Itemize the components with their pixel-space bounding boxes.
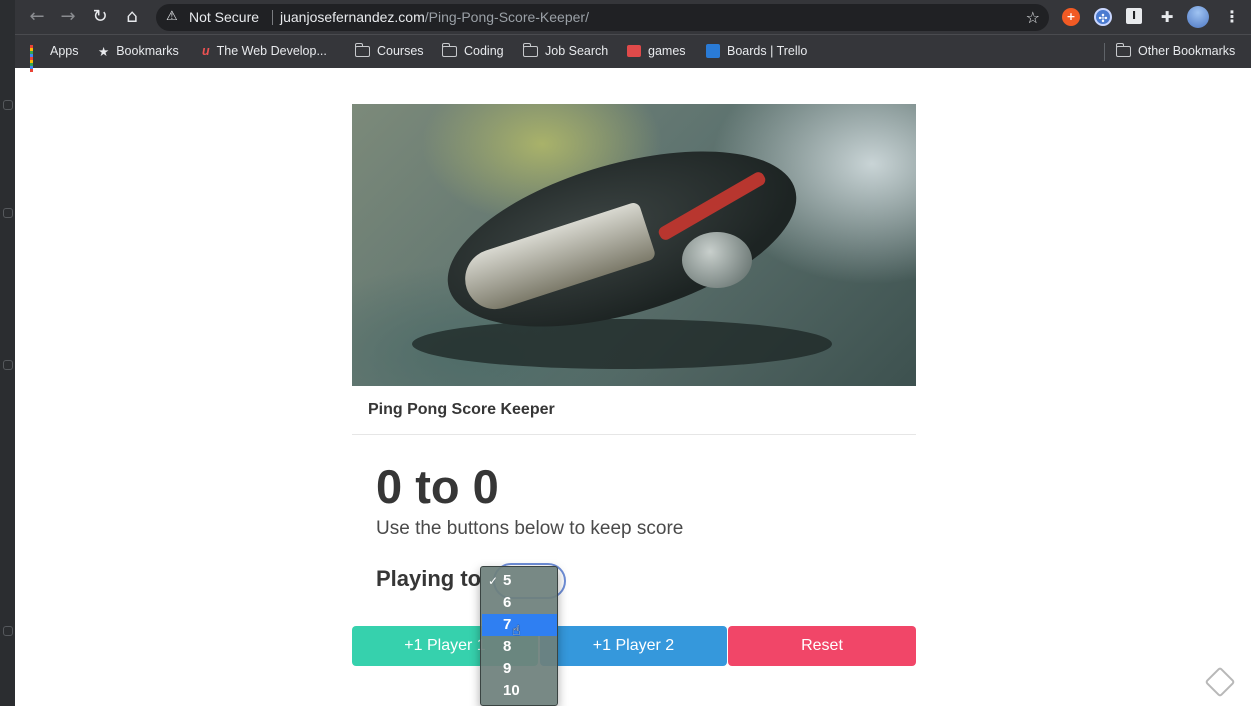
option-label: 7 — [503, 616, 512, 633]
option-label: 8 — [503, 638, 512, 655]
bookmark-other[interactable]: Other Bookmarks — [1115, 42, 1236, 60]
warning-icon: ⚠ — [166, 9, 178, 24]
option-label: 9 — [503, 660, 512, 677]
bookmark-label: Other Bookmarks — [1138, 44, 1236, 58]
option-label: 6 — [503, 594, 512, 611]
bookmark-label: Boards | Trello — [727, 44, 808, 58]
hero-image — [352, 104, 916, 386]
bookmarks-bar: Apps ★ Bookmarks u The Web Develop... Co… — [15, 34, 1251, 72]
profile-avatar-icon[interactable] — [1187, 6, 1209, 28]
bookmark-courses[interactable]: Courses — [354, 42, 424, 60]
sidebar-glyph — [3, 360, 13, 370]
omnibox-divider — [272, 10, 273, 25]
home-icon[interactable]: ⌂ — [121, 7, 143, 27]
trello-icon — [706, 44, 720, 58]
option-label: 5 — [503, 572, 512, 589]
menu-kebab-icon[interactable]: ⋮ — [1223, 8, 1241, 26]
instructions-text: Use the buttons below to keep score — [376, 518, 684, 539]
extension-instapaper-icon[interactable]: I — [1126, 8, 1142, 24]
url-host: juanjosefernandez.com — [280, 9, 425, 25]
extensions-puzzle-icon[interactable]: ✚ — [1158, 8, 1176, 26]
address-bar[interactable]: ⚠ Not Secure juanjosefernandez.com/Ping-… — [156, 4, 1049, 31]
bookmark-bookmarks[interactable]: ★ Bookmarks — [98, 42, 179, 60]
card-title: Ping Pong Score Keeper — [368, 401, 555, 418]
dropdown-option[interactable]: 9 — [482, 658, 557, 680]
folder-icon — [1115, 42, 1131, 57]
bookmark-coding[interactable]: Coding — [441, 42, 504, 60]
playing-to-label: Playing to — [376, 566, 482, 591]
option-label: 10 — [503, 682, 520, 699]
hero-shadow — [412, 319, 832, 369]
dropdown-option[interactable]: 6 — [482, 592, 557, 614]
folder-icon — [354, 42, 370, 57]
hand-cursor-icon: ☝ — [512, 623, 521, 639]
bookmark-trello[interactable]: Boards | Trello — [706, 42, 807, 60]
extension-plus-icon[interactable]: + — [1062, 8, 1080, 26]
url-path: /Ping-Pong-Score-Keeper/ — [424, 9, 589, 25]
extension-globe-icon[interactable]: ✣ — [1094, 8, 1112, 26]
bookmark-label: The Web Develop... — [216, 44, 327, 58]
background-window-strip — [0, 0, 15, 706]
bookmark-label: Apps — [50, 44, 79, 58]
bookmark-label: Coding — [464, 44, 504, 58]
url-text[interactable]: juanjosefernandez.com/Ping-Pong-Score-Ke… — [280, 9, 589, 26]
score-display: 0 to 0 — [376, 460, 499, 513]
hero-ball — [682, 232, 752, 288]
folder-icon — [522, 42, 538, 57]
card-header: Ping Pong Score Keeper — [352, 386, 916, 435]
bookmark-label: Courses — [377, 44, 424, 58]
bookmark-games[interactable]: games — [627, 42, 686, 60]
dropdown-option[interactable]: ✓ 5 — [482, 570, 557, 592]
score-card: Ping Pong Score Keeper — [352, 104, 916, 435]
bookmark-job-search[interactable]: Job Search — [522, 42, 609, 60]
browser-toolbar: ← → ↻ ⌂ ⚠ Not Secure juanjosefernandez.c… — [15, 0, 1251, 34]
sidebar-glyph — [3, 208, 13, 218]
reload-icon[interactable]: ↻ — [89, 7, 111, 27]
store-icon — [627, 45, 641, 57]
star-icon: ★ — [98, 43, 110, 59]
player2-button[interactable]: +1 Player 2 — [540, 626, 727, 666]
bookmark-apps[interactable]: Apps — [30, 42, 79, 72]
back-icon[interactable]: ← — [26, 7, 48, 27]
bookmark-label: games — [648, 44, 686, 58]
checkmark-icon: ✓ — [488, 574, 499, 588]
sidebar-glyph — [3, 626, 13, 636]
bookmark-label: Job Search — [545, 44, 609, 58]
browser-chrome: ← → ↻ ⌂ ⚠ Not Secure juanjosefernandez.c… — [15, 0, 1251, 72]
bookmark-star-icon[interactable]: ☆ — [1026, 8, 1040, 27]
forward-icon[interactable]: → — [57, 7, 79, 27]
reset-button[interactable]: Reset — [728, 626, 916, 666]
folder-icon — [441, 42, 457, 57]
bookmark-web-develop[interactable]: u The Web Develop... — [202, 42, 327, 60]
bookmark-label: Bookmarks — [116, 44, 179, 58]
dropdown-option[interactable]: 10 — [482, 680, 557, 702]
apps-grid-icon — [30, 44, 43, 72]
sidebar-glyph — [3, 100, 13, 110]
udemy-icon: u — [202, 44, 210, 58]
diamond-badge-icon[interactable] — [1204, 666, 1236, 698]
security-label[interactable]: Not Secure — [189, 9, 259, 26]
bookmarks-divider — [1104, 43, 1105, 61]
